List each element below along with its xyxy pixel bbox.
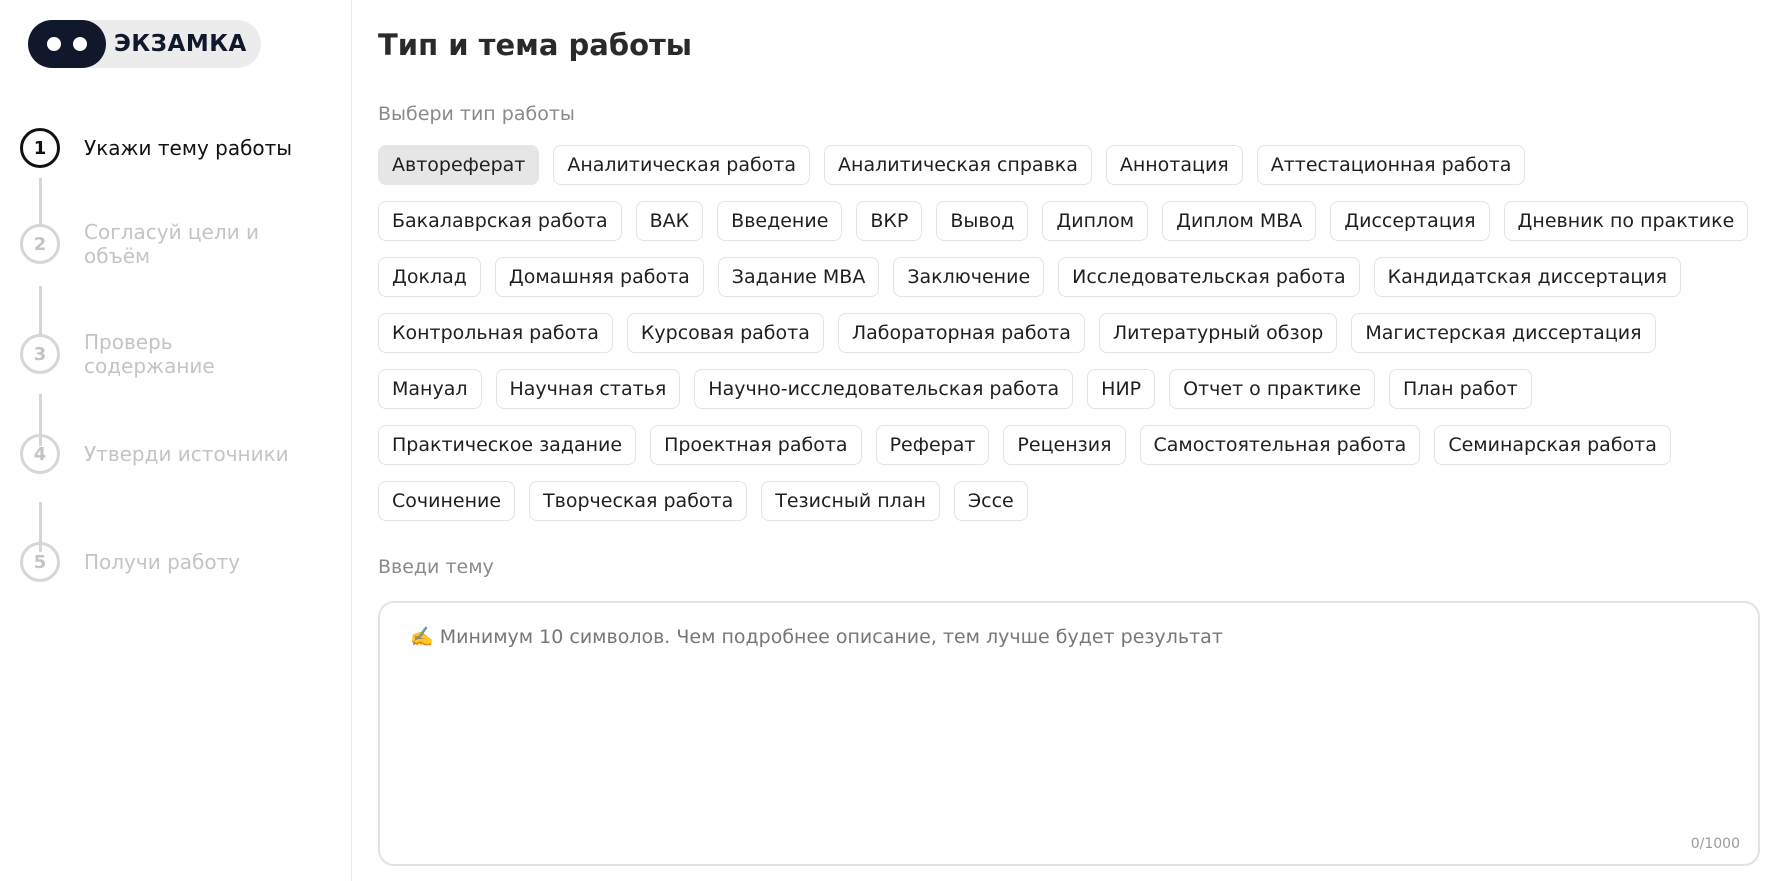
step-number: 4 (20, 434, 60, 474)
work-type-chip[interactable]: Эссе (953, 481, 1028, 521)
main-content: Тип и тема работы Выбери тип работы Авто… (352, 0, 1770, 881)
app: ЭКЗАМКА 1 Укажи тему работы 2 Согласуй ц… (0, 0, 1770, 881)
step-label: Проверь содержание (84, 330, 215, 378)
topic-label: Введи тему (378, 556, 494, 578)
work-type-chip[interactable]: Исследовательская работа (1058, 257, 1360, 297)
work-type-chip[interactable]: Научно-исследовательская работа (694, 369, 1074, 409)
work-type-chip[interactable]: Отчет о практике (1169, 369, 1376, 409)
work-type-chip[interactable]: Кандидатская диссертация (1373, 257, 1682, 297)
work-type-chip[interactable]: Практическое задание (378, 425, 637, 465)
work-type-chip[interactable]: Курсовая работа (626, 313, 824, 353)
work-type-chip[interactable]: Введение (717, 201, 843, 241)
step-label: Укажи тему работы (84, 136, 293, 160)
step-5[interactable]: 5 Получи работу (20, 542, 304, 582)
sidebar: ЭКЗАМКА 1 Укажи тему работы 2 Согласуй ц… (0, 0, 352, 881)
brand-name: ЭКЗАМКА (114, 31, 247, 57)
work-type-chip[interactable]: Тезисный план (761, 481, 940, 521)
work-type-label: Выбери тип работы (378, 103, 575, 125)
step-number: 1 (20, 128, 60, 168)
work-type-chip[interactable]: Автореферат (378, 145, 540, 185)
work-type-chip[interactable]: Сочинение (378, 481, 516, 521)
step-label: Утверди источники (84, 442, 289, 466)
step-number: 3 (20, 334, 60, 374)
step-label: Получи работу (84, 550, 241, 574)
work-type-chip[interactable]: Вывод (936, 201, 1029, 241)
step-label: Согласуй цели и объём (84, 220, 259, 268)
logo[interactable]: ЭКЗАМКА (28, 20, 261, 68)
char-counter: 0/1000 (1690, 836, 1740, 852)
work-type-chip[interactable]: ВКР (856, 201, 923, 241)
work-type-chip[interactable]: Самостоятельная работа (1139, 425, 1421, 465)
work-type-chip[interactable]: Дневник по практике (1503, 201, 1749, 241)
work-type-chip[interactable]: Заключение (893, 257, 1045, 297)
work-type-chip[interactable]: Контрольная работа (378, 313, 613, 353)
work-type-chip[interactable]: Домашняя работа (494, 257, 704, 297)
work-type-chip[interactable]: Диссертация (1330, 201, 1490, 241)
work-type-chip[interactable]: Рецензия (1003, 425, 1126, 465)
page-title: Тип и тема работы (378, 28, 693, 62)
step-2[interactable]: 2 Согласуй цели и объём (20, 220, 304, 268)
work-type-chip[interactable]: ВАК (635, 201, 704, 241)
work-type-chip[interactable]: Диплом MBA (1162, 201, 1317, 241)
work-type-chip[interactable]: Литературный обзор (1098, 313, 1338, 353)
logo-eyes-icon (28, 20, 106, 68)
work-type-chip[interactable]: Аналитическая справка (824, 145, 1092, 185)
work-type-chip[interactable]: Аналитическая работа (553, 145, 811, 185)
work-type-chip[interactable]: Творческая работа (529, 481, 748, 521)
work-type-chip[interactable]: Аннотация (1105, 145, 1243, 185)
work-type-chip[interactable]: Магистерская диссертация (1351, 313, 1656, 353)
topic-input[interactable] (408, 623, 1738, 824)
eye-icon (73, 37, 87, 51)
work-type-chip[interactable]: Аттестационная работа (1256, 145, 1526, 185)
step-connector (39, 178, 42, 224)
work-type-chip[interactable]: Реферат (875, 425, 990, 465)
work-type-chip[interactable]: НИР (1087, 369, 1156, 409)
step-1[interactable]: 1 Укажи тему работы (20, 128, 304, 168)
work-type-chip[interactable]: Проектная работа (650, 425, 862, 465)
work-type-chip[interactable]: Семинарская работа (1434, 425, 1671, 465)
work-type-chip[interactable]: Доклад (378, 257, 481, 297)
step-4[interactable]: 4 Утверди источники (20, 434, 304, 474)
step-number: 5 (20, 542, 60, 582)
step-3[interactable]: 3 Проверь содержание (20, 330, 304, 378)
work-type-chip[interactable]: Задание MBA (717, 257, 880, 297)
step-number: 2 (20, 224, 60, 264)
topic-box: 0/1000 (378, 601, 1760, 866)
work-type-chip[interactable]: Бакалаврская работа (378, 201, 622, 241)
work-type-chip[interactable]: Научная статья (495, 369, 681, 409)
work-type-chip[interactable]: Лабораторная работа (837, 313, 1085, 353)
work-type-chips: Автореферат Аналитическая работа Аналитиче… (378, 145, 1770, 521)
work-type-chip[interactable]: План работ (1389, 369, 1532, 409)
work-type-chip[interactable]: Диплом (1042, 201, 1149, 241)
eye-icon (47, 37, 61, 51)
work-type-chip[interactable]: Мануал (378, 369, 482, 409)
step-connector (39, 286, 42, 336)
